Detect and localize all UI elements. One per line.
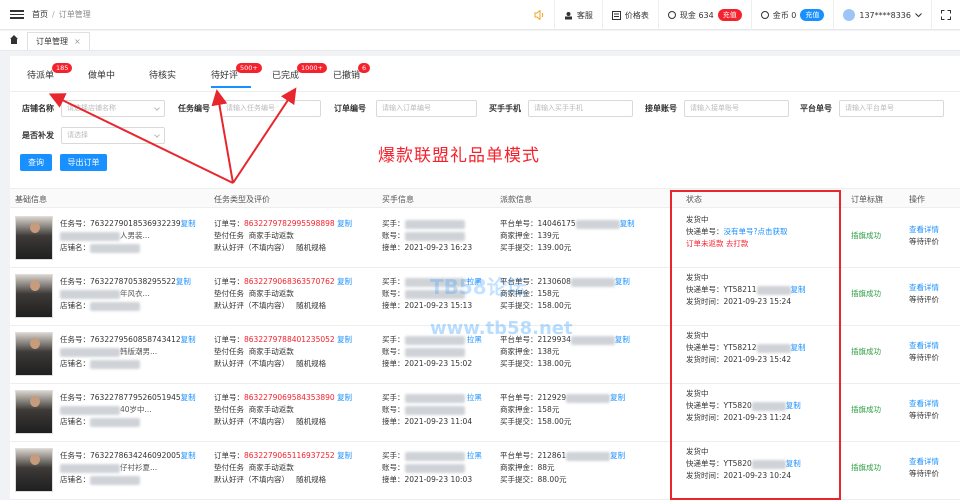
annotation-arrows: [48, 87, 297, 184]
arrow-to-completed-tab: [232, 87, 297, 184]
arrow-to-pending-tab: [48, 93, 234, 184]
arrow-to-review-tab: [211, 89, 234, 184]
